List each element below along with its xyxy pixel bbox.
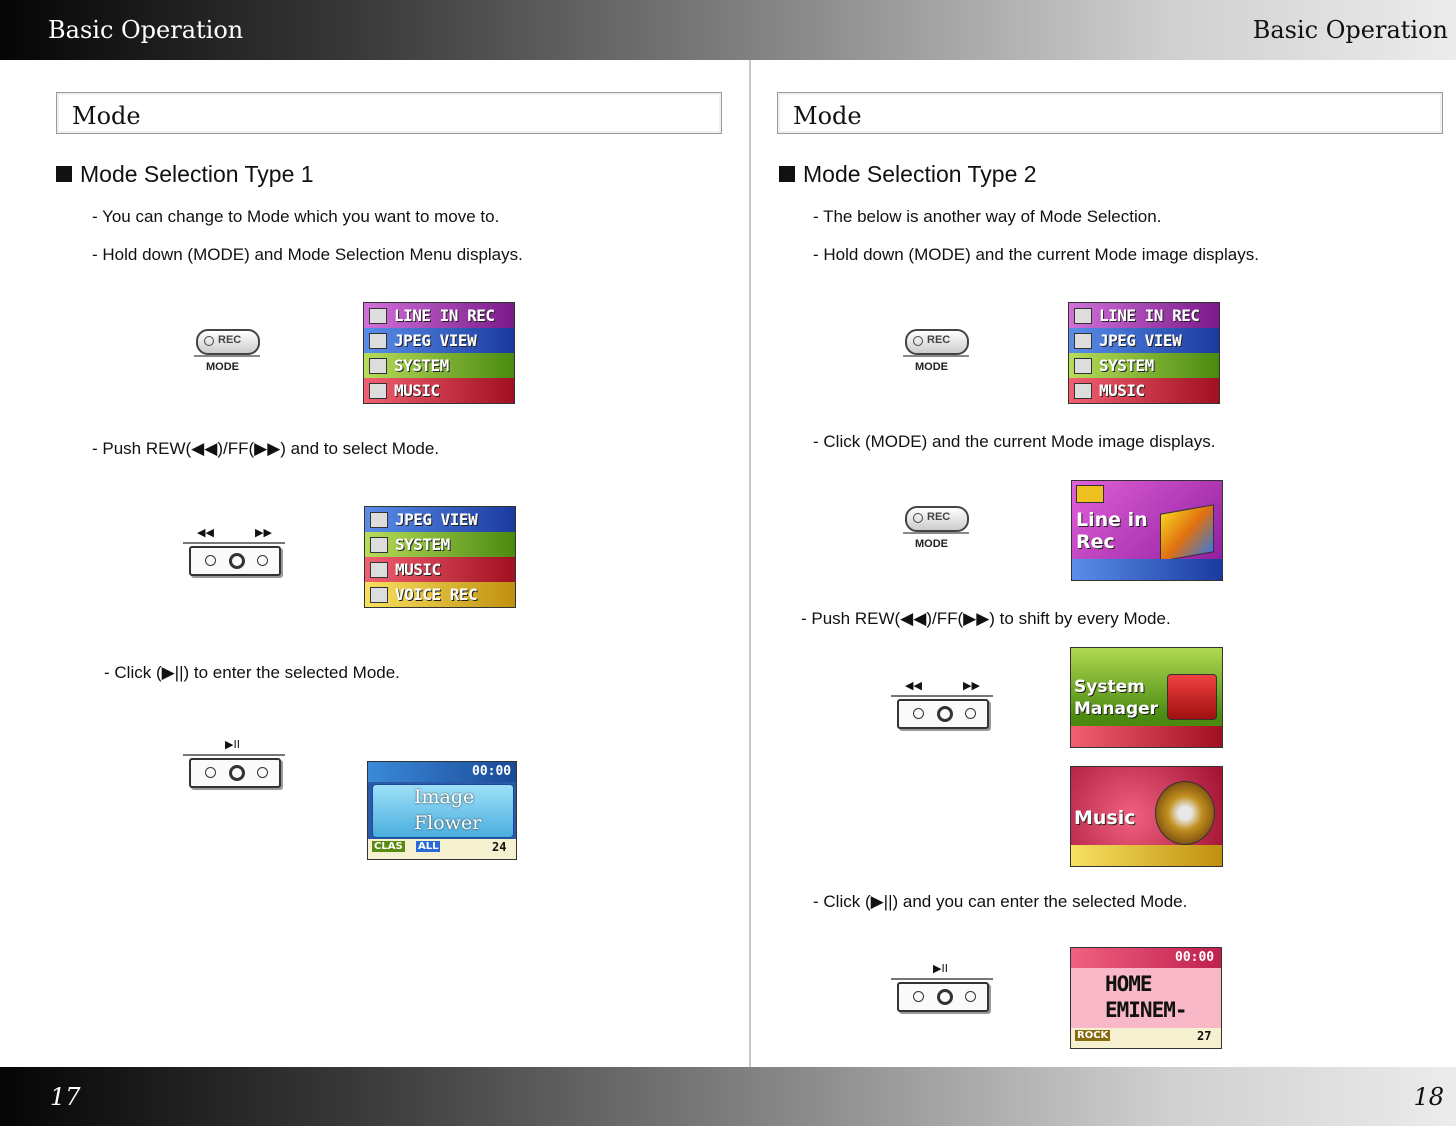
menu-item: VOICE REC	[365, 582, 515, 607]
left-section-title: Mode	[72, 102, 141, 130]
menu-item: LINE IN REC	[1069, 303, 1219, 328]
header-left-title: Basic Operation	[48, 16, 244, 44]
left-section-box: Mode	[56, 92, 722, 134]
right-heading: Mode Selection Type 2	[779, 161, 1037, 188]
menu-item: JPEG VIEW	[1069, 328, 1219, 353]
menu-item: MUSIC	[364, 378, 514, 403]
mode-button-icon: REC MODE	[903, 329, 969, 379]
menu-item: SYSTEM	[364, 353, 514, 378]
left-text-2: - Hold down (MODE) and Mode Selection Me…	[92, 245, 523, 264]
header-right-title: Basic Operation	[1252, 16, 1448, 44]
left-text-4: - Click (▶||) to enter the selected Mode…	[104, 663, 400, 682]
left-text-1: - You can change to Mode which you want …	[92, 207, 500, 226]
play-button-icon: ▶II	[183, 738, 285, 792]
menu-item: LINE IN REC	[364, 303, 514, 328]
bullet-square-icon	[56, 166, 72, 182]
menu-item: MUSIC	[365, 557, 515, 582]
mode-button-icon: REC MODE	[903, 506, 969, 556]
right-page-number: 18	[1413, 1083, 1444, 1111]
menu-item: JPEG VIEW	[365, 507, 515, 532]
menu-item: SYSTEM	[365, 532, 515, 557]
rew-ff-button-icon: ◀◀ ▶▶	[891, 679, 993, 733]
right-text-1: - The below is another way of Mode Selec…	[813, 207, 1162, 226]
mode-menu-2: JPEG VIEW SYSTEM MUSIC VOICE REC	[364, 506, 516, 608]
rew-ff-button-icon: ◀◀ ▶▶	[183, 526, 285, 580]
mode-menu-3: LINE IN REC JPEG VIEW SYSTEM MUSIC	[1068, 302, 1220, 404]
play-button-icon: ▶II	[891, 962, 993, 1016]
right-section-title: Mode	[793, 102, 862, 130]
menu-item: MUSIC	[1069, 378, 1219, 403]
right-text-2: - Hold down (MODE) and the current Mode …	[813, 245, 1259, 264]
bullet-square-icon	[779, 166, 795, 182]
line-in-rec-screen: Line in Rec	[1071, 480, 1223, 581]
music-screen: Music	[1070, 766, 1223, 867]
page-divider	[749, 60, 751, 1067]
right-text-4: - Push REW(◀◀)/FF(▶▶) to shift by every …	[801, 609, 1171, 628]
right-text-3: - Click (MODE) and the current Mode imag…	[813, 432, 1216, 451]
left-text-3: - Push REW(◀◀)/FF(▶▶) and to select Mode…	[92, 439, 440, 458]
music-play-screen: 00:00 HOME EMINEM- ROCK 27	[1070, 947, 1222, 1049]
right-section-box: Mode	[777, 92, 1443, 134]
header-bar: Basic Operation Basic Operation	[0, 0, 1456, 60]
menu-item: JPEG VIEW	[364, 328, 514, 353]
right-text-5: - Click (▶||) and you can enter the sele…	[813, 892, 1188, 911]
mode-menu-1: LINE IN REC JPEG VIEW SYSTEM MUSIC	[363, 302, 515, 404]
left-page-number: 17	[50, 1083, 81, 1111]
left-heading: Mode Selection Type 1	[56, 161, 314, 188]
menu-item: SYSTEM	[1069, 353, 1219, 378]
system-manager-screen: System Manager	[1070, 647, 1223, 748]
jpeg-view-screen: 00:00 Image Flower CLAS ALL 24	[367, 761, 517, 860]
footer-bar: 17 18	[0, 1067, 1456, 1126]
mode-button-icon: REC MODE	[194, 329, 260, 379]
